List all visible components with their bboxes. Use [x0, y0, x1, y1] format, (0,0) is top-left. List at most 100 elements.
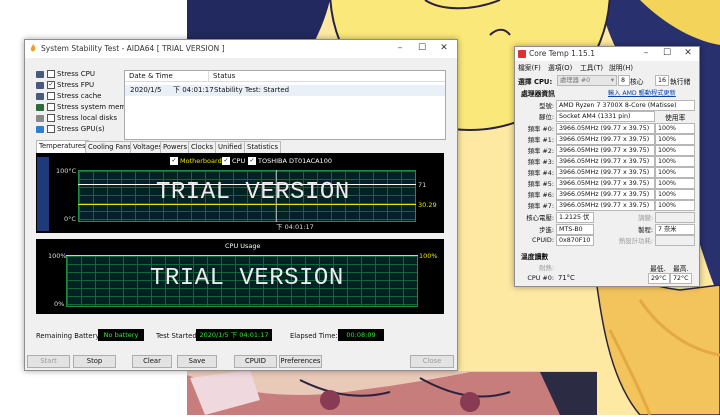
min-temp-heading: 最低. [650, 265, 666, 273]
cpu-chip-icon [36, 70, 44, 78]
cpuid-label: CPUID: [532, 236, 554, 244]
temperature-graph: ✓ Motherboard ✓ CPU ✓ TOSHIBA DT01ACA100 10… [36, 153, 444, 233]
freq-label-2: 頻率 #2: [527, 147, 554, 155]
stress-cpu-option[interactable]: Stress CPU [36, 69, 95, 79]
processor-info-heading: 處理器資訊 [521, 90, 555, 98]
cpuid-value: 0x870F10 [556, 235, 594, 246]
thread-count-label: 執行緒 [670, 78, 691, 86]
tab-temperatures[interactable]: Temperatures [36, 140, 89, 153]
freq-value-7: 3966.05MHz (99.77 x 39.75) [556, 200, 655, 211]
cpu-usage-title: CPU Usage [225, 242, 261, 250]
cpu-ymax-label: 100% [48, 252, 67, 260]
freq-value-4: 3966.05MHz (99.77 x 39.75) [556, 167, 655, 178]
stress-cache-option[interactable]: Stress cache [36, 91, 101, 101]
usage-value-2: 100% [655, 145, 695, 156]
legend-motherboard-checkbox[interactable]: ✓ [170, 157, 178, 165]
save-button[interactable]: Save [177, 355, 217, 368]
cache-icon [36, 92, 44, 100]
legend-cpu: ✓ CPU [222, 157, 246, 165]
tab-powers[interactable]: Powers [160, 141, 191, 153]
fpu-chip-icon [36, 81, 44, 89]
monitor-icon [36, 125, 44, 133]
column-header-date[interactable]: Date & Time [125, 71, 209, 82]
freq-label-6: 頻率 #6: [527, 191, 554, 199]
tab-cooling-fans[interactable]: Cooling Fans [85, 141, 134, 153]
cpu0-temp-label: CPU #0: [527, 274, 554, 282]
stress-cpu-label: Stress CPU [57, 70, 95, 78]
stress-fpu-checkbox[interactable]: ✓ [47, 81, 55, 89]
menu-file[interactable]: 檔案(F) [518, 62, 541, 72]
voltage-label: 核心電壓: [526, 214, 554, 222]
stress-memory-checkbox[interactable] [47, 103, 55, 111]
column-header-status[interactable]: Status [209, 71, 445, 82]
stress-cache-checkbox[interactable] [47, 92, 55, 100]
aida64-titlebar[interactable]: System Stability Test - AIDA64 [ TRIAL V… [25, 40, 457, 58]
freq-value-5: 3966.05MHz (99.77 x 39.75) [556, 178, 655, 189]
tab-statistics[interactable]: Statistics [244, 141, 282, 153]
freq-label-3: 頻率 #3: [527, 158, 554, 166]
stepping-value: MTS-B0 [556, 224, 594, 235]
stress-fpu-option[interactable]: ✓ Stress FPU [36, 80, 94, 90]
core-count: 8 [618, 75, 630, 86]
trial-watermark-cpu: TRIAL VERSION [150, 265, 344, 292]
menu-tools[interactable]: 工具(T) [580, 62, 603, 72]
battery-label: Remaining Battery: [36, 332, 102, 340]
tab-unified[interactable]: Unified [215, 141, 245, 153]
menu-help[interactable]: 說明(H) [609, 62, 633, 72]
freq-label-0: 頻率 #0: [527, 125, 554, 133]
legend-cpu-checkbox[interactable]: ✓ [222, 157, 230, 165]
start-button[interactable]: Start [27, 355, 70, 368]
clear-button[interactable]: Clear [132, 355, 172, 368]
freq-value-1: 3966.05MHz (99.77 x 39.75) [556, 134, 655, 145]
stress-gpu-option[interactable]: Stress GPU(s) [36, 124, 105, 134]
freq-label-1: 頻率 #1: [527, 136, 554, 144]
temp-ymax-label: 100°C [56, 167, 77, 175]
trial-watermark: TRIAL VERSION [156, 179, 350, 206]
usage-value-1: 100% [655, 134, 695, 145]
stress-gpu-label: Stress GPU(s) [57, 125, 105, 133]
legend-toshiba-checkbox[interactable]: ✓ [248, 157, 256, 165]
model-label: 型號: [539, 102, 554, 110]
stress-disks-option[interactable]: Stress local disks [36, 113, 117, 123]
stress-gpu-checkbox[interactable] [47, 125, 55, 133]
stress-memory-option[interactable]: Stress system memory [36, 102, 138, 112]
coretemp-title: Core Temp 1.15.1 [529, 49, 595, 58]
processor-select[interactable]: 處理器 #0 ▾ [557, 75, 617, 86]
usage-heading: 使用率 [665, 114, 686, 122]
close-button[interactable]: Close [410, 355, 454, 368]
row-status: Stability Test: Started [214, 86, 290, 94]
coretemp-maximize-icon[interactable]: ☐ [658, 47, 676, 60]
stress-disks-checkbox[interactable] [47, 114, 55, 122]
usage-value-0: 100% [655, 123, 695, 134]
minimize-icon[interactable]: – [391, 42, 409, 55]
temp-value-1: 71 [418, 181, 427, 189]
status-log-table: Date & Time Status 2020/1/5 下 04:01:17 S… [124, 70, 446, 140]
coretemp-minimize-icon[interactable]: – [637, 47, 655, 60]
stress-fpu-label: Stress FPU [57, 81, 95, 89]
select-cpu-label: 選擇 CPU: [518, 78, 553, 86]
maximize-icon[interactable]: ☐ [413, 42, 431, 55]
freq-value-2: 3966.05MHz (99.77 x 39.75) [556, 145, 655, 156]
freq-value-3: 3966.05MHz (99.77 x 39.75) [556, 156, 655, 167]
cpu0-temp-value: 71°C [558, 274, 575, 282]
graph-sidebar-strip [37, 157, 49, 231]
cpuid-button[interactable]: CPUID [234, 355, 277, 368]
legend-toshiba: ✓ TOSHIBA DT01ACA100 [248, 157, 332, 165]
menu-options[interactable]: 選項(O) [548, 62, 572, 72]
preferences-button[interactable]: Preferences [279, 355, 322, 368]
freq-value-0: 3966.05MHz (99.77 x 39.75) [556, 123, 655, 134]
cpu-usage-line [66, 255, 418, 256]
tab-clocks[interactable]: Clocks [188, 141, 217, 153]
coretemp-close-icon[interactable]: ✕ [679, 47, 697, 60]
table-row[interactable]: 2020/1/5 下 04:01:17 Stability Test: Star… [125, 85, 445, 96]
stop-button[interactable]: Stop [73, 355, 116, 368]
amd-driver-link[interactable]: 輸入 AMD 驅動程式更新 [608, 88, 676, 97]
close-icon[interactable]: ✕ [435, 42, 453, 55]
usage-value-7: 100% [655, 200, 695, 211]
voltage-value: 1.2125 伏 [556, 212, 594, 223]
usage-value-3: 100% [655, 156, 695, 167]
thread-count: 16 [655, 75, 669, 86]
coretemp-titlebar[interactable]: Core Temp 1.15.1 – ☐ ✕ [515, 47, 699, 61]
freq-value-6: 3966.05MHz (99.77 x 39.75) [556, 189, 655, 200]
stress-cpu-checkbox[interactable] [47, 70, 55, 78]
